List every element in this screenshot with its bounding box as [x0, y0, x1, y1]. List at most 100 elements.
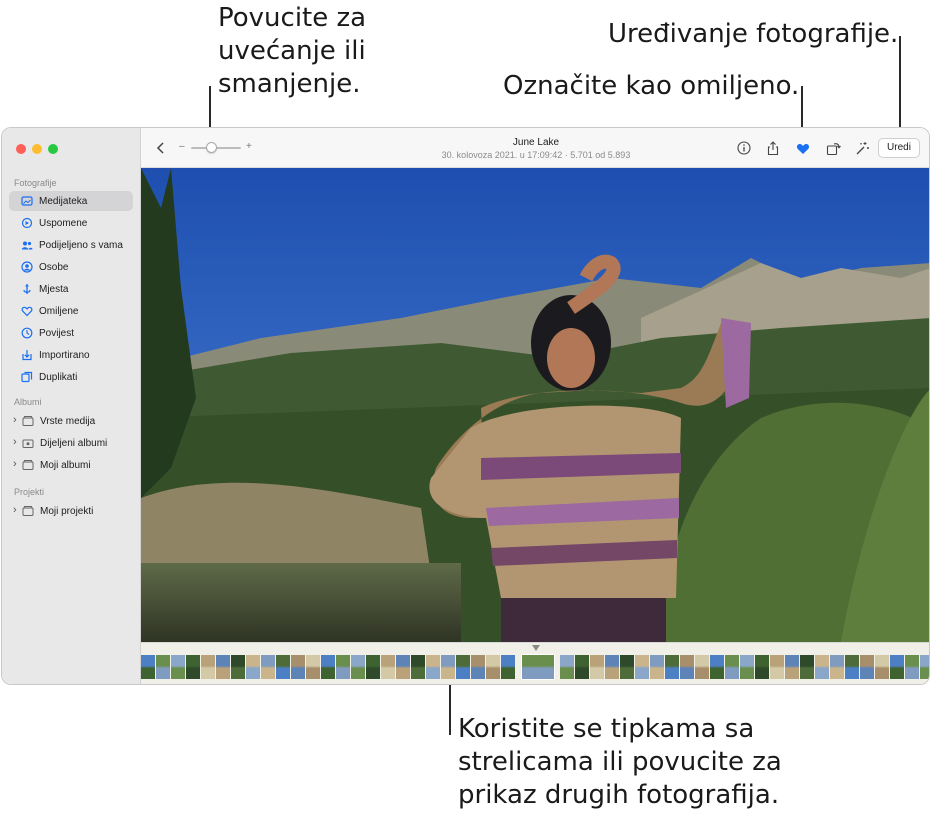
info-button[interactable] [736, 140, 752, 156]
minimize-window-button[interactable] [32, 144, 42, 154]
memories-icon [21, 217, 33, 229]
sidebar-item-label: Osobe [39, 261, 69, 273]
section-title-projects: Projekti [14, 487, 45, 497]
sidebar-item-label: Omiljene [39, 305, 79, 317]
filmstrip-thumbnail[interactable] [800, 655, 814, 679]
filmstrip-thumbnails [141, 654, 929, 680]
filmstrip-thumbnail[interactable] [486, 655, 500, 679]
sidebar-item-memories[interactable]: Uspomene [9, 213, 133, 233]
sidebar-item-label: Moji projekti [40, 505, 94, 517]
filmstrip-thumbnail[interactable] [321, 655, 335, 679]
filmstrip-thumbnail[interactable] [381, 655, 395, 679]
close-window-button[interactable] [16, 144, 26, 154]
sidebar-item-people[interactable]: Osobe [9, 257, 133, 277]
sidebar-item-shared-albums[interactable]: › Dijeljeni albumi [9, 433, 133, 453]
filmstrip-thumbnail[interactable] [411, 655, 425, 679]
filmstrip-thumbnail[interactable] [141, 655, 155, 679]
filmstrip-thumbnail[interactable] [920, 655, 929, 679]
sidebar-item-recents[interactable]: Povijest [9, 323, 133, 343]
sidebar-item-my-albums[interactable]: › Moji albumi [9, 455, 133, 475]
zoom-window-button[interactable] [48, 144, 58, 154]
main-photo[interactable] [141, 168, 929, 642]
recents-icon [21, 327, 33, 339]
zoom-slider-knob[interactable] [206, 142, 217, 153]
sidebar-item-favorites[interactable]: Omiljene [9, 301, 133, 321]
filmstrip-thumbnail[interactable] [231, 655, 245, 679]
filmstrip-thumbnail[interactable] [875, 655, 889, 679]
edit-button[interactable]: Uredi [878, 138, 920, 158]
folder-icon [22, 459, 34, 471]
share-button[interactable] [765, 140, 781, 156]
sidebar-item-label: Mjesta [39, 283, 69, 295]
sidebar-item-label: Povijest [39, 327, 75, 339]
filmstrip-thumbnail[interactable] [186, 655, 200, 679]
filmstrip-thumbnail[interactable] [845, 655, 859, 679]
filmstrip-thumbnail[interactable] [785, 655, 799, 679]
filmstrip-thumbnail[interactable] [201, 655, 215, 679]
favorites-icon [21, 305, 33, 317]
filmstrip-thumbnail[interactable] [441, 655, 455, 679]
filmstrip-thumbnail[interactable] [291, 655, 305, 679]
favorite-callout: Označite kao omiljeno. [503, 71, 800, 101]
filmstrip-thumbnail[interactable] [501, 655, 515, 679]
chevron-right-icon[interactable]: › [13, 504, 17, 516]
filmstrip-thumbnail[interactable] [755, 655, 769, 679]
filmstrip-thumbnail[interactable] [680, 655, 694, 679]
back-button[interactable] [153, 140, 169, 156]
filmstrip-thumbnail[interactable] [905, 655, 919, 679]
sidebar-item-places[interactable]: Mjesta [9, 279, 133, 299]
chevron-right-icon[interactable]: › [13, 458, 17, 470]
sidebar-item-library[interactable]: Medijateka [9, 191, 133, 211]
sidebar-item-imports[interactable]: Importirano [9, 345, 133, 365]
filmstrip-thumbnail[interactable] [366, 655, 380, 679]
sidebar-item-duplicates[interactable]: Duplikati [9, 367, 133, 387]
filmstrip-thumbnail[interactable] [396, 655, 410, 679]
zoom-in-label: + [246, 141, 252, 152]
filmstrip-thumbnail[interactable] [605, 655, 619, 679]
filmstrip-thumbnail[interactable] [740, 655, 754, 679]
library-icon [21, 195, 33, 207]
filmstrip-thumbnail[interactable] [830, 655, 844, 679]
filmstrip-thumbnail[interactable] [261, 655, 275, 679]
chevron-right-icon[interactable]: › [13, 436, 17, 448]
filmstrip[interactable] [141, 642, 929, 684]
filmstrip-thumbnail[interactable] [216, 655, 230, 679]
filmstrip-thumbnail[interactable] [521, 654, 555, 680]
filmstrip-thumbnail[interactable] [276, 655, 290, 679]
filmstrip-thumbnail[interactable] [695, 655, 709, 679]
filmstrip-thumbnail[interactable] [560, 655, 574, 679]
filmstrip-thumbnail[interactable] [620, 655, 634, 679]
filmstrip-thumbnail[interactable] [665, 655, 679, 679]
filmstrip-thumbnail[interactable] [770, 655, 784, 679]
filmstrip-thumbnail[interactable] [860, 655, 874, 679]
filmstrip-thumbnail[interactable] [246, 655, 260, 679]
shared-with-you-icon [21, 239, 33, 251]
filmstrip-thumbnail[interactable] [456, 655, 470, 679]
sidebar-item-media-types[interactable]: › Vrste medija [9, 411, 133, 431]
filmstrip-thumbnail[interactable] [351, 655, 365, 679]
filmstrip-thumbnail[interactable] [635, 655, 649, 679]
folder-icon [22, 415, 34, 427]
filmstrip-thumbnail[interactable] [890, 655, 904, 679]
filmstrip-thumbnail[interactable] [426, 655, 440, 679]
filmstrip-thumbnail[interactable] [710, 655, 724, 679]
auto-enhance-button[interactable] [854, 140, 870, 156]
sidebar-item-my-projects[interactable]: › Moji projekti [9, 501, 133, 521]
filmstrip-thumbnail[interactable] [575, 655, 589, 679]
sidebar-item-label: Dijeljeni albumi [40, 437, 108, 449]
filmstrip-thumbnail[interactable] [171, 655, 185, 679]
filmstrip-thumbnail[interactable] [815, 655, 829, 679]
filmstrip-thumbnail[interactable] [306, 655, 320, 679]
shared-albums-icon [22, 437, 34, 449]
rotate-button[interactable] [825, 140, 841, 156]
filmstrip-thumbnail[interactable] [590, 655, 604, 679]
filmstrip-thumbnail[interactable] [650, 655, 664, 679]
chevron-right-icon[interactable]: › [13, 414, 17, 426]
edit-callout: Uređivanje fotografije. [608, 19, 899, 49]
filmstrip-thumbnail[interactable] [156, 655, 170, 679]
filmstrip-thumbnail[interactable] [725, 655, 739, 679]
filmstrip-thumbnail[interactable] [336, 655, 350, 679]
favorite-button[interactable] [795, 140, 811, 156]
sidebar-item-shared-with-you[interactable]: Podijeljeno s vama [9, 235, 133, 255]
filmstrip-thumbnail[interactable] [471, 655, 485, 679]
